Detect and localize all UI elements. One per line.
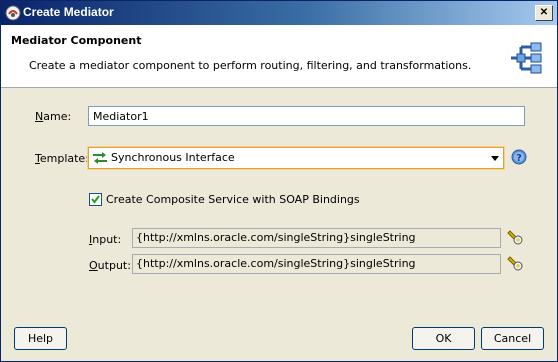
window-title: Create Mediator <box>23 5 114 19</box>
close-button[interactable]: ✕ <box>535 5 553 21</box>
help-button[interactable]: Help <box>14 327 67 350</box>
help-icon[interactable]: ? <box>511 149 527 165</box>
chevron-down-icon[interactable] <box>489 152 501 164</box>
mediator-component-icon <box>511 42 542 74</box>
name-label: Name: <box>35 110 72 123</box>
composite-service-label[interactable]: Create Composite Service with SOAP Bindi… <box>106 193 360 206</box>
title-bar[interactable]: Create Mediator ✕ <box>1 1 557 25</box>
composite-service-checkbox[interactable] <box>89 193 102 206</box>
input-browse-icon[interactable] <box>507 229 523 245</box>
header-description: Create a mediator component to perform r… <box>29 59 472 72</box>
output-label: Output: <box>89 259 131 272</box>
checkmark-icon <box>91 195 100 204</box>
output-message-field: {http://xmlns.oracle.com/singleString}si… <box>132 254 501 274</box>
synchronous-interface-icon <box>93 152 107 164</box>
cancel-button[interactable]: Cancel <box>481 327 544 350</box>
input-label: Input: <box>89 233 122 246</box>
create-mediator-dialog: Create Mediator ✕ Mediator Component Cre… <box>0 0 558 362</box>
header-panel: Mediator Component Create a mediator com… <box>1 25 557 88</box>
form-body: Name: Template: Synchronous Interface ? <box>1 88 557 361</box>
input-message-field: {http://xmlns.oracle.com/singleString}si… <box>132 228 501 248</box>
output-browse-icon[interactable] <box>507 255 523 271</box>
template-label: Template: <box>35 152 89 165</box>
template-selected-value: Synchronous Interface <box>111 151 235 164</box>
svg-text:?: ? <box>516 153 522 164</box>
name-input[interactable] <box>88 106 525 126</box>
header-title: Mediator Component <box>11 34 142 47</box>
template-select[interactable]: Synchronous Interface <box>88 147 504 169</box>
ok-button[interactable]: OK <box>412 327 475 350</box>
mediator-app-icon <box>5 5 21 21</box>
